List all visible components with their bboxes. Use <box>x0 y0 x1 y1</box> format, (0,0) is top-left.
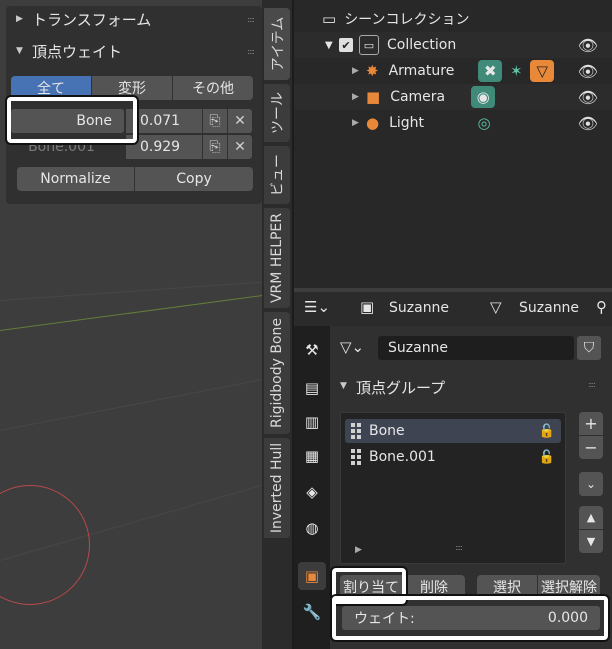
light-icon: ● <box>366 114 380 132</box>
resize-grip-icon[interactable]: :::: <box>455 543 463 552</box>
tab-view[interactable]: ビュー <box>264 146 290 204</box>
expanded-arrow-icon[interactable]: ▼ <box>340 381 347 391</box>
add-group-button[interactable]: + <box>579 412 603 435</box>
output-icon[interactable]: ▥ <box>298 408 326 436</box>
properties-editor: ☰⌄ ▣ Suzanne ▽ Suzanne ⚲ ⚒ ▤ ▥ ▦ ◈ ◍ ▣ 🔧… <box>294 292 612 649</box>
collapsed-arrow-icon: ▶ <box>16 14 23 24</box>
camera-data-icon[interactable]: ◉ <box>471 86 496 108</box>
vertex-groups-header-label: 頂点グループ <box>356 379 446 397</box>
eye-icon[interactable]: 👁 <box>578 114 598 133</box>
grid-line <box>0 368 292 431</box>
vertex-weights-panel-header[interactable]: ▼ 頂点ウェイト :::: <box>6 38 262 64</box>
highlight-box <box>7 97 137 143</box>
transform-panel-header[interactable]: ▶ トランスフォーム :::: <box>6 6 262 32</box>
paste-weight-icon[interactable]: ⎘ <box>203 108 227 133</box>
paste-weight-icon[interactable]: ⎘ <box>203 134 227 159</box>
list-item-label: Bone.001 <box>369 449 436 465</box>
list-item-label: Bone <box>369 423 405 439</box>
outliner: ▭ シーンコレクション ▼ ✔ ▭ Collection 👁 ▶ ✸ Armat… <box>294 0 612 288</box>
remove-group-button[interactable]: − <box>579 436 603 459</box>
list-item[interactable]: Bone.001 🔓 <box>345 445 561 469</box>
eye-icon[interactable]: 👁 <box>578 36 598 55</box>
tab-rigidbody-bone[interactable]: Rigidbody Bone <box>264 312 290 434</box>
tab-other[interactable]: その他 <box>173 76 253 100</box>
modifier-wrench-icon[interactable]: 🔧 <box>298 598 326 626</box>
collapsed-arrow-icon[interactable]: ▶ <box>352 66 366 76</box>
mesh-data-icon: ▽ <box>490 298 502 316</box>
mesh-modifier-icon[interactable]: ▽ <box>530 60 555 82</box>
tab-vrm-helper[interactable]: VRM HELPER <box>264 208 290 308</box>
lock-icon[interactable]: 🔓 <box>539 450 555 465</box>
light-label: Light <box>389 115 425 131</box>
armature-label: Armature <box>388 63 455 79</box>
mesh-name-field[interactable]: Suzanne <box>378 336 574 360</box>
tab-inverted-hull[interactable]: Inverted Hull <box>264 438 290 538</box>
bone-icon[interactable]: ✶ <box>504 60 528 82</box>
scene-icon[interactable]: ◈ <box>298 478 326 506</box>
expanded-arrow-icon[interactable]: ▼ <box>325 40 339 51</box>
vertex-group-icon <box>351 423 361 439</box>
vertex-group-list: Bone 🔓 Bone.001 🔓 ▶ :::: <box>340 412 566 564</box>
tool-icon[interactable]: ⚒ <box>298 336 326 364</box>
properties-tabs: ⚒ ▤ ▥ ▦ ◈ ◍ ▣ 🔧 <box>294 326 330 649</box>
collapsed-arrow-icon[interactable]: ▶ <box>352 118 366 128</box>
copy-button[interactable]: Copy <box>135 167 253 191</box>
render-icon[interactable]: ▤ <box>298 374 326 402</box>
data-name-label: Suzanne <box>519 300 580 316</box>
move-up-button[interactable]: ▲ <box>579 506 603 529</box>
pose-icon[interactable]: ✖ <box>478 60 503 82</box>
object-name-label: Suzanne <box>389 300 450 316</box>
outliner-light-row[interactable]: ▶ ● Light ◎ 👁 <box>294 110 612 136</box>
mesh-browse-icon[interactable]: ▽⌄ <box>340 338 364 356</box>
outliner-scene-collection[interactable]: ▭ シーンコレクション <box>294 6 612 32</box>
light-data-icon[interactable]: ◎ <box>472 112 496 134</box>
grip-icon[interactable]: :::: <box>247 47 255 56</box>
weight-value-field[interactable]: 0.929 <box>126 134 202 159</box>
camera-icon: ■ <box>366 88 381 106</box>
outliner-armature-row[interactable]: ▶ ✸ Armature ✖ ✶ ▽ 👁 <box>294 58 612 84</box>
eye-icon[interactable]: 👁 <box>578 88 598 107</box>
scene-collection-label: シーンコレクション <box>344 12 470 28</box>
tab-item[interactable]: アイテム <box>264 8 290 80</box>
normalize-button[interactable]: Normalize <box>17 167 134 191</box>
filter-arrow-icon[interactable]: ▶ <box>355 545 362 555</box>
vertex-group-icon <box>351 449 361 465</box>
remove-weight-icon[interactable]: ✕ <box>228 108 252 133</box>
fake-user-shield-icon[interactable]: ⛉ <box>577 336 601 360</box>
object-properties-icon[interactable]: ▣ <box>298 562 326 590</box>
3d-viewport[interactable]: ▶ トランスフォーム :::: ▼ 頂点ウェイト :::: 全て 変形 その他 … <box>0 0 292 649</box>
properties-header: ☰⌄ ▣ Suzanne ▽ Suzanne ⚲ <box>294 292 612 326</box>
editor-type-icon[interactable]: ☰⌄ <box>304 298 330 316</box>
tab-tool[interactable]: ツール <box>264 84 290 142</box>
light-gizmo-circle <box>0 485 90 605</box>
collection-icon: ▭ <box>359 35 379 55</box>
eye-icon[interactable]: 👁 <box>578 62 598 81</box>
object-icon: ▣ <box>360 298 375 316</box>
collapsed-arrow-icon[interactable]: ▶ <box>352 92 366 102</box>
specials-menu-button[interactable]: ⌄ <box>579 472 603 496</box>
sidebar-tabs: アイテム ツール ビュー VRM HELPER Rigidbody Bone I… <box>262 0 292 649</box>
collection-label: Collection <box>387 37 457 53</box>
lock-icon[interactable]: 🔓 <box>539 424 555 439</box>
list-item[interactable]: Bone 🔓 <box>345 419 561 443</box>
grip-icon[interactable]: :::: <box>247 15 255 24</box>
grip-icon[interactable]: :::: <box>588 380 596 389</box>
transform-header-label: トランスフォーム <box>32 10 152 29</box>
view-layer-icon[interactable]: ▦ <box>298 442 326 470</box>
checkbox-icon[interactable]: ✔ <box>339 38 353 52</box>
camera-label: Camera <box>390 89 446 105</box>
highlight-box <box>332 596 608 640</box>
expanded-arrow-icon: ▼ <box>16 46 23 56</box>
remove-weight-icon[interactable]: ✕ <box>228 134 252 159</box>
outliner-camera-row[interactable]: ▶ ■ Camera ◉ 👁 <box>294 84 612 110</box>
armature-icon: ✸ <box>366 62 379 80</box>
move-down-button[interactable]: ▼ <box>579 530 603 553</box>
world-icon[interactable]: ◍ <box>298 514 326 542</box>
outliner-collection-row[interactable]: ▼ ✔ ▭ Collection 👁 <box>294 32 612 58</box>
weight-value-field[interactable]: 0.071 <box>126 108 202 133</box>
collection-icon: ▭ <box>322 10 337 28</box>
pin-icon[interactable]: ⚲ <box>596 298 607 316</box>
vertex-weights-header-label: 頂点ウェイト <box>32 42 123 61</box>
